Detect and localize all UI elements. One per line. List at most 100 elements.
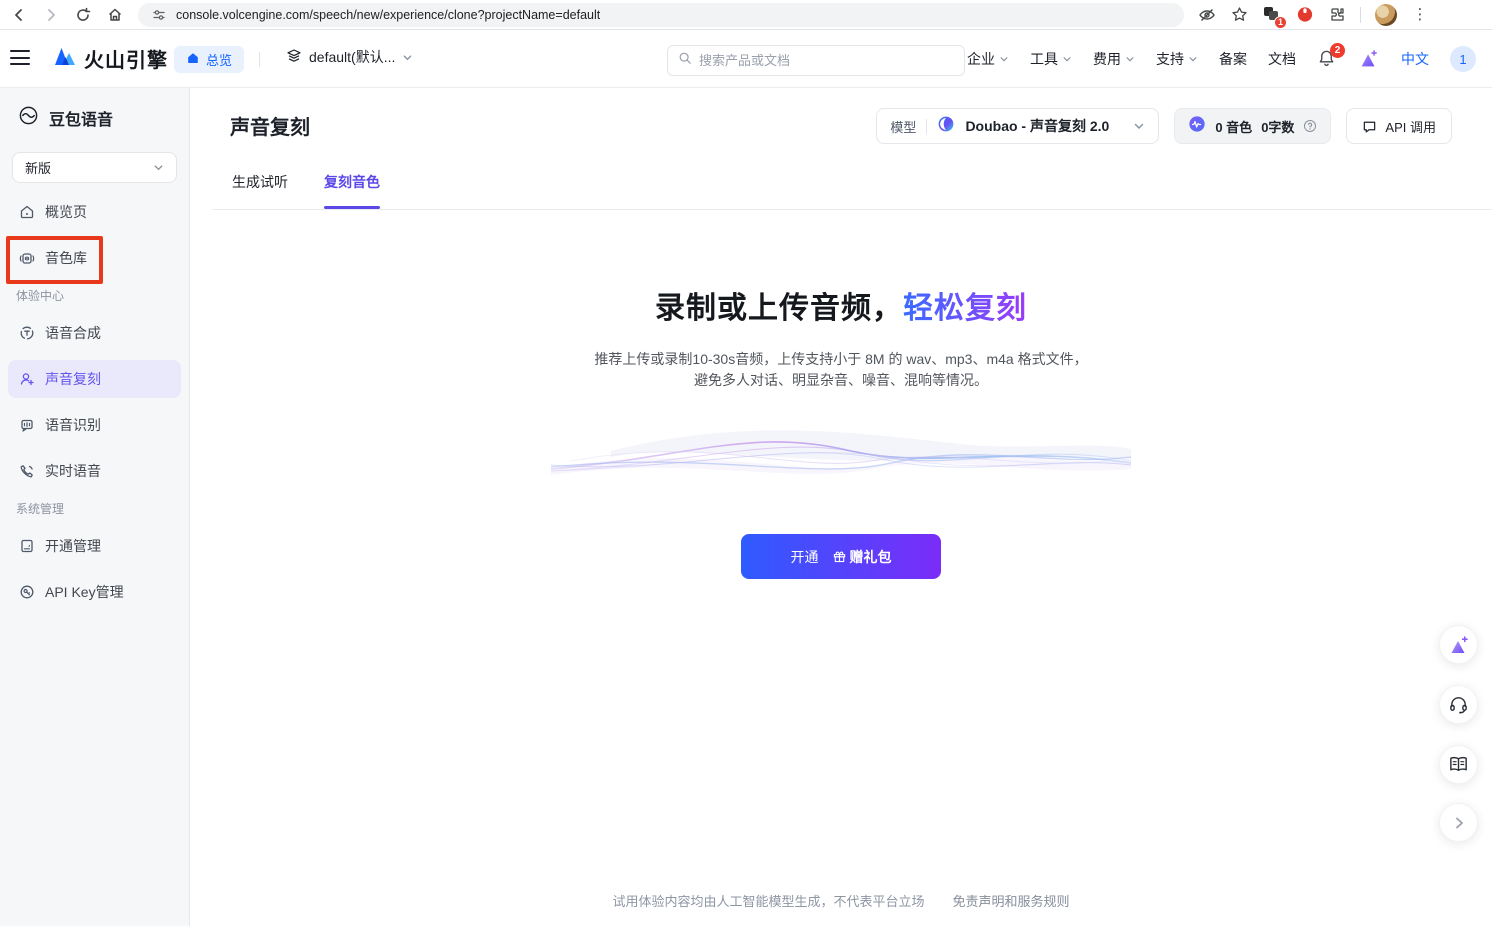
- browser-toolbar: console.volcengine.com/speech/new/experi…: [0, 0, 1492, 30]
- activation-icon: [18, 538, 35, 555]
- volcengine-brand[interactable]: 火山引擎: [52, 44, 168, 73]
- extension-badge-icon[interactable]: 1: [1262, 5, 1282, 25]
- activate-button[interactable]: 开通 赠礼包: [741, 534, 941, 579]
- kebab-menu-icon[interactable]: ⋮: [1411, 6, 1429, 24]
- url-text[interactable]: console.volcengine.com/speech/new/experi…: [176, 8, 600, 22]
- search-input[interactable]: [699, 53, 954, 68]
- nav-support[interactable]: 支持: [1156, 49, 1198, 69]
- profile-avatar[interactable]: [1375, 4, 1397, 26]
- nav-billing[interactable]: 费用: [1093, 49, 1135, 69]
- book-icon: [1448, 754, 1469, 775]
- reload-icon[interactable]: [74, 6, 92, 24]
- sidebar-item-label: 实时语音: [45, 461, 101, 481]
- puzzle-icon[interactable]: [1328, 6, 1346, 24]
- quota-wave-icon: [1188, 115, 1206, 138]
- model-selector[interactable]: 模型 Doubao - 声音复刻 2.0: [876, 108, 1159, 144]
- forward-icon[interactable]: [42, 6, 60, 24]
- project-name: default(默认...: [309, 47, 395, 67]
- sidebar-item-label: 语音识别: [45, 415, 101, 435]
- star-icon[interactable]: [1230, 6, 1248, 24]
- sidebar-item-label: 声音复刻: [45, 369, 101, 389]
- brand-name: 火山引擎: [84, 44, 168, 73]
- main-content: 声音复刻 模型 Doubao - 声音复刻 2.0 0 音色 0字数: [190, 88, 1492, 926]
- product-header: 豆包语音: [0, 88, 189, 132]
- footer-link[interactable]: 免责声明和服务规则: [953, 894, 1070, 909]
- site-settings-icon[interactable]: [150, 6, 168, 24]
- hero-section: 录制或上传音频，轻松复刻 推荐上传或录制10-30s音频，上传支持小于 8M 的…: [190, 283, 1492, 391]
- footer: 试用体验内容均由人工智能模型生成，不代表平台立场免责声明和服务规则: [190, 891, 1492, 910]
- tab-clone-voice[interactable]: 复刻音色: [324, 172, 380, 209]
- eye-off-icon[interactable]: [1198, 6, 1216, 24]
- nav-enterprise[interactable]: 企业: [967, 49, 1009, 69]
- sidebar-item-activation[interactable]: 开通管理: [8, 527, 181, 565]
- hero-desc-line2: 避免多人对话、明显杂音、噪音、混响等情况。: [190, 370, 1492, 391]
- nav-docs[interactable]: 文档: [1268, 49, 1296, 69]
- home-icon: [18, 204, 35, 221]
- overview-button[interactable]: 总览: [174, 46, 244, 73]
- overview-label: 总览: [206, 50, 232, 69]
- nav-tools[interactable]: 工具: [1030, 49, 1072, 69]
- hero-description: 推荐上传或录制10-30s音频，上传支持小于 8M 的 wav、mp3、m4a …: [190, 349, 1492, 391]
- sidebar-item-api-key[interactable]: API Key管理: [8, 573, 181, 611]
- version-selector[interactable]: 新版: [12, 152, 177, 183]
- question-circle-icon: [1303, 119, 1317, 133]
- header-divider: [259, 52, 260, 67]
- hero-title: 录制或上传音频，轻松复刻: [190, 283, 1492, 327]
- chevron-right-icon: [1452, 816, 1466, 830]
- sidebar-item-speech-recognition[interactable]: 语音识别: [8, 406, 181, 444]
- floating-collapse-button[interactable]: [1439, 803, 1478, 842]
- floating-docs-button[interactable]: [1439, 745, 1478, 784]
- red-circle-extension-icon[interactable]: [1296, 6, 1314, 24]
- sidebar-section-experience: 体验中心: [16, 285, 173, 305]
- project-selector[interactable]: default(默认...: [286, 47, 413, 67]
- chevron-down-icon: [1125, 54, 1135, 64]
- toolbar-divider: [1360, 7, 1361, 23]
- sidebar-item-label: 语音合成: [45, 323, 101, 343]
- model-label: 模型: [890, 117, 916, 136]
- user-avatar[interactable]: 1: [1450, 46, 1476, 72]
- api-key-icon: [18, 584, 35, 601]
- voice-library-icon: [18, 250, 35, 267]
- chevron-down-icon: [402, 52, 413, 63]
- sidebar-item-label: API Key管理: [45, 582, 124, 602]
- realtime-voice-icon: [18, 463, 35, 480]
- tabs: 生成试听 复刻音色: [232, 172, 380, 209]
- sidebar-nav: 概览页 音色库 体验中心 语音合成 声音复刻: [0, 193, 189, 611]
- voice-clone-icon: [18, 371, 35, 388]
- activate-label: 开通: [791, 547, 819, 567]
- search-icon: [678, 51, 692, 70]
- nav-filing[interactable]: 备案: [1219, 49, 1247, 69]
- api-call-button[interactable]: API 调用: [1346, 108, 1452, 144]
- sidebar-item-overview[interactable]: 概览页: [8, 193, 181, 231]
- floating-support-button[interactable]: [1439, 685, 1478, 724]
- sidebar-item-voice-library[interactable]: 音色库: [8, 239, 181, 277]
- volcengine-logo: [52, 44, 78, 73]
- page: console.volcengine.com/speech/new/experi…: [0, 0, 1492, 926]
- hamburger-icon[interactable]: [10, 50, 30, 66]
- sidebar-item-speech-synthesis[interactable]: 语音合成: [8, 314, 181, 352]
- notification-bell[interactable]: 2: [1317, 49, 1337, 69]
- sidebar-item-realtime-voice[interactable]: 实时语音: [8, 452, 181, 490]
- sidebar-item-label: 开通管理: [45, 536, 101, 556]
- chevron-down-icon: [999, 54, 1009, 64]
- tab-generate-preview[interactable]: 生成试听: [232, 172, 288, 209]
- floating-ai-assistant-button[interactable]: [1439, 625, 1478, 664]
- page-title: 声音复刻: [230, 111, 310, 140]
- chat-icon: [1362, 119, 1377, 134]
- volcano-ai-icon[interactable]: [1358, 48, 1380, 70]
- volcano-ai-icon: [1447, 633, 1471, 657]
- quota-characters: 0字数: [1261, 117, 1294, 136]
- sidebar-item-voice-clone[interactable]: 声音复刻: [8, 360, 181, 398]
- address-bar[interactable]: console.volcengine.com/speech/new/experi…: [138, 3, 1184, 27]
- gift-package: 赠礼包: [833, 547, 892, 567]
- quota-pill[interactable]: 0 音色 0字数: [1174, 108, 1331, 144]
- browser-home-icon[interactable]: [106, 6, 124, 24]
- back-icon[interactable]: [10, 6, 28, 24]
- chevron-down-icon: [1062, 54, 1072, 64]
- language-switch[interactable]: 中文: [1401, 49, 1429, 69]
- sidebar: 豆包语音 新版 概览页 音色库 体验中心: [0, 88, 190, 926]
- notification-badge: 2: [1330, 43, 1345, 58]
- extension-badge: 1: [1274, 16, 1287, 29]
- sidebar-item-label: 音色库: [45, 248, 87, 268]
- api-call-label: API 调用: [1385, 117, 1436, 136]
